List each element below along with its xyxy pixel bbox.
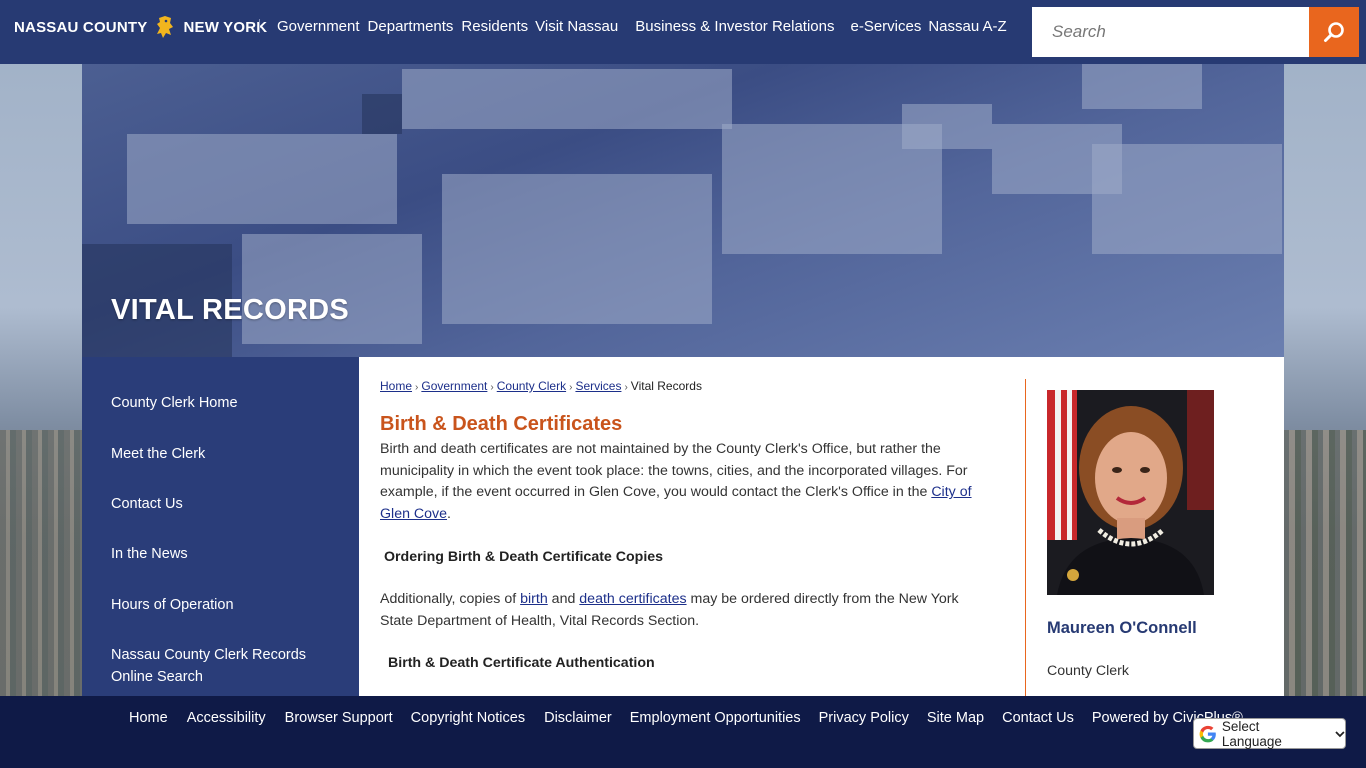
language-select[interactable]: Select Language — [1193, 718, 1346, 749]
footer-copyright-notices[interactable]: Copyright Notices — [411, 710, 525, 726]
intro-end: . — [447, 506, 451, 523]
search-icon — [1324, 22, 1344, 42]
nav-departments[interactable]: Departments — [368, 18, 454, 35]
main-content: Home › Government › County Clerk › Services › Vi… — [359, 357, 1284, 696]
chevron-down-icon — [1335, 730, 1345, 737]
breadcrumb-current: Vital Records — [630, 379, 702, 393]
background-city-right — [1284, 430, 1366, 696]
logo-divider — [259, 19, 260, 33]
nav-government[interactable]: Government — [277, 18, 360, 35]
breadcrumb-home[interactable]: Home — [380, 379, 412, 393]
page-title: VITAL RECORDS — [111, 294, 350, 326]
content-divider — [1025, 379, 1026, 696]
nav-business-investor[interactable]: Business & Investor Relations — [635, 18, 834, 35]
footer-accessibility[interactable]: Accessibility — [187, 710, 266, 726]
sidebar-item-records-online-search[interactable]: Nassau County Clerk Records Online Searc… — [111, 644, 341, 688]
site-logo[interactable]: NASSAU COUNTY NEW YORK — [14, 15, 267, 39]
search-container — [1032, 7, 1309, 57]
sidebar-item-county-clerk-home[interactable]: County Clerk Home — [111, 392, 341, 414]
main-nav: Government Departments Residents Visit N… — [277, 18, 1007, 35]
ordering-paragraph: Additionally, copies of birth and death … — [380, 589, 990, 632]
footer-browser-support[interactable]: Browser Support — [285, 710, 393, 726]
footer-links: Home Accessibility Browser Support Copyr… — [129, 710, 1243, 726]
footer: Home Accessibility Browser Support Copyr… — [0, 696, 1366, 768]
ordering-text-start: Additionally, copies of — [380, 591, 521, 607]
top-navigation-bar: NASSAU COUNTY NEW YORK Government Depart… — [0, 0, 1366, 64]
sidebar-item-contact-us[interactable]: Contact Us — [111, 493, 341, 515]
clerk-title: County Clerk — [1047, 663, 1130, 679]
ordering-subheading: Ordering Birth & Death Certificate Copie… — [384, 549, 664, 565]
footer-site-map[interactable]: Site Map — [927, 710, 984, 726]
nav-residents[interactable]: Residents — [461, 18, 528, 35]
sidebar-item-in-the-news[interactable]: In the News — [111, 543, 341, 565]
sidebar-item-meet-the-clerk[interactable]: Meet the Clerk — [111, 443, 341, 465]
birth-link[interactable]: birth — [520, 591, 548, 607]
clerk-portrait-image — [1047, 390, 1214, 595]
footer-contact-us[interactable]: Contact Us — [1002, 710, 1074, 726]
nav-e-services[interactable]: e-Services — [850, 18, 921, 35]
lion-crest-icon — [157, 16, 174, 38]
footer-privacy-policy[interactable]: Privacy Policy — [819, 710, 909, 726]
clerk-photo — [1047, 390, 1214, 595]
search-button[interactable] — [1309, 7, 1359, 57]
footer-disclaimer[interactable]: Disclaimer — [544, 710, 612, 726]
clerk-name[interactable]: Maureen O'Connell — [1047, 619, 1197, 638]
background-city-left — [0, 430, 82, 696]
footer-home[interactable]: Home — [129, 710, 168, 726]
search-input[interactable] — [1032, 7, 1309, 57]
logo-text-state: NEW YORK — [183, 18, 268, 36]
nav-nassau-a-z[interactable]: Nassau A-Z — [928, 18, 1006, 35]
breadcrumb: Home › Government › County Clerk › Services › Vi… — [380, 379, 702, 393]
footer-employment[interactable]: Employment Opportunities — [630, 710, 801, 726]
logo-text-county: NASSAU COUNTY — [14, 18, 148, 36]
sidebar-nav: County Clerk Home Meet the Clerk Contact… — [82, 357, 359, 696]
google-g-icon — [1199, 725, 1216, 742]
authentication-subheading: Birth & Death Certificate Authentication — [388, 655, 655, 671]
hero-banner: VITAL RECORDS — [82, 64, 1284, 357]
breadcrumb-county-clerk[interactable]: County Clerk — [497, 379, 566, 393]
breadcrumb-government[interactable]: Government — [421, 379, 487, 393]
ordering-text-mid: and — [547, 591, 580, 607]
nav-visit-nassau[interactable]: Visit Nassau — [535, 18, 618, 35]
intro-paragraph: Birth and death certificates are not mai… — [380, 439, 990, 526]
section-heading: Birth & Death Certificates — [380, 413, 623, 435]
intro-text: Birth and death certificates are not mai… — [380, 441, 968, 501]
sidebar-item-hours-of-operation[interactable]: Hours of Operation — [111, 594, 341, 616]
breadcrumb-services[interactable]: Services — [575, 379, 621, 393]
language-select-label: Select Language — [1221, 718, 1282, 749]
death-certificates-link[interactable]: death certificates — [579, 591, 686, 607]
